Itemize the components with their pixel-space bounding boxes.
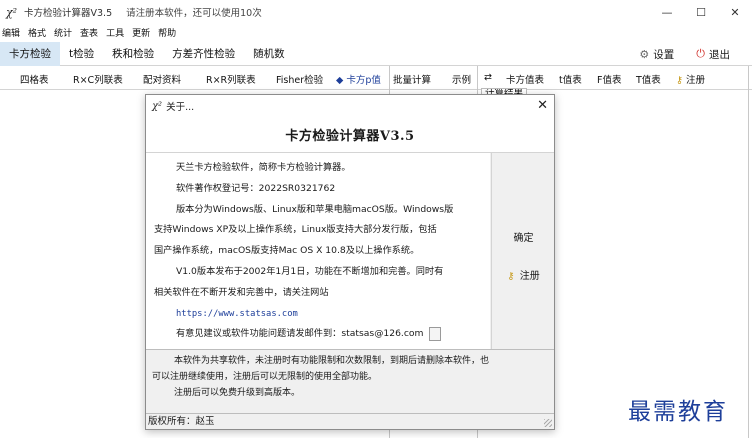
subtab-example[interactable]: 示例 — [452, 72, 471, 86]
website-link[interactable]: https://www.statsas.com — [154, 304, 482, 325]
exit-button[interactable]: ⏻ 退出 — [696, 47, 730, 62]
register-button[interactable]: ⚷ 注册 — [492, 267, 555, 282]
menu-format[interactable]: 格式 — [28, 26, 46, 39]
registration-notice: 请注册本软件，还可以使用10次 — [126, 8, 262, 19]
email-text: 有意见建议或软件功能问题请发邮件到：statsas@126.com — [176, 328, 424, 340]
subtab-fourfold-table[interactable]: 四格表 — [20, 72, 49, 86]
window-controls: — ☐ ✕ — [650, 0, 752, 24]
settings-button[interactable]: ⚙ 设置 — [639, 47, 674, 62]
close-icon[interactable]: ✕ — [537, 98, 548, 113]
menu-statistics[interactable]: 统计 — [54, 26, 72, 39]
subtab-rxr-table[interactable]: R×R列联表 — [206, 72, 256, 86]
menu-tools[interactable]: 工具 — [106, 26, 124, 39]
dialog-heading-text: 卡方检验计算器V3.5 — [285, 129, 415, 144]
menu-help[interactable]: 帮助 — [158, 26, 176, 39]
power-icon: ⏻ — [696, 47, 705, 60]
main-tabs: 卡方检验 t检验 秩和检验 方差齐性检验 随机数 ⚙ 设置 ⏻ 退出 — [0, 41, 752, 66]
t-table-button[interactable]: t值表 — [559, 72, 582, 86]
app-icon: χ² — [6, 5, 18, 19]
dialog-heading: 卡方检验计算器V3.5 — [146, 117, 554, 153]
key-icon: ⚷ — [507, 271, 515, 282]
menu-lookup[interactable]: 查表 — [80, 26, 98, 39]
subtab-paired-data[interactable]: 配对资料 — [143, 72, 181, 86]
register-toolbar-button[interactable]: ⚷ 注册 — [676, 72, 705, 86]
about-line: 国产操作系统，macOS版支持Mac OS X 10.8及以上操作系统。 — [154, 245, 420, 257]
tab-variance-homogeneity[interactable]: 方差齐性检验 — [163, 42, 244, 66]
swap-icon[interactable]: ⇄ — [484, 72, 492, 83]
chi-square-table-button[interactable]: 卡方值表 — [506, 72, 544, 86]
subtab-chi-p-value[interactable]: ◆ 卡方p值 — [336, 72, 381, 86]
settings-label: 设置 — [653, 48, 675, 61]
resize-grip-icon[interactable] — [544, 419, 552, 427]
menu-edit[interactable]: 编辑 — [2, 26, 20, 39]
separator — [748, 66, 749, 438]
menu-bar: 编辑 格式 统计 查表 工具 更新 帮助 — [0, 24, 752, 40]
tab-random-number[interactable]: 随机数 — [244, 42, 294, 66]
big-t-table-button[interactable]: T值表 — [636, 72, 661, 86]
register-toolbar-label: 注册 — [686, 75, 706, 86]
dialog-status-bar: 版权所有：赵玉 — [146, 413, 554, 429]
menu-update[interactable]: 更新 — [132, 26, 150, 39]
subtab-fisher-test[interactable]: Fisher检验 — [276, 72, 323, 86]
about-line: V1.0版本发布于2002年1月1日，功能在不断增加和完善。同时有 — [176, 265, 444, 277]
about-dialog: χ² 关于... ✕ 卡方检验计算器V3.5 天兰卡方检验软件，简称卡方检验计算… — [145, 94, 555, 430]
about-line: 版本分为Windows版、Linux版和苹果电脑macOS版。Windows版 — [176, 203, 454, 215]
footer-line: 注册后可以免费升级到高版本。 — [174, 388, 301, 398]
about-line-email: 有意见建议或软件功能问题请发邮件到：statsas@126.com — [154, 324, 482, 345]
dialog-caption: 关于... — [166, 102, 195, 113]
subtab-rxc-table[interactable]: R×C列联表 — [73, 72, 123, 86]
minimize-button[interactable]: — — [650, 0, 684, 24]
register-label: 注册 — [519, 271, 540, 282]
tab-right-tools: ⚙ 设置 ⏻ 退出 — [639, 42, 752, 66]
tab-rank-sum[interactable]: 秩和检验 — [103, 42, 163, 66]
f-table-button[interactable]: F值表 — [597, 72, 621, 86]
tab-chi-square[interactable]: 卡方检验 — [0, 41, 60, 66]
about-line: 软件著作权登记号：2022SR0321762 — [176, 182, 336, 194]
ok-button[interactable]: 确定 — [492, 229, 555, 244]
dialog-icon: χ² — [152, 100, 163, 112]
sub-toolbar: 四格表 R×C列联表 配对资料 R×R列联表 Fisher检验 ◆ 卡方p值 批… — [0, 66, 752, 90]
key-icon: ⚷ — [676, 75, 683, 86]
copyright-text: 版权所有：赵玉 — [148, 416, 215, 427]
title-bar: χ² 卡方检验计算器V3.5 请注册本软件，还可以使用10次 — ☐ ✕ — [0, 0, 752, 24]
gear-icon: ⚙ — [639, 47, 650, 61]
footer-line: 本软件为共享软件，未注册时有功能限制和次数限制，到期后请删除本软件，也 — [174, 356, 490, 366]
dialog-title-bar: χ² 关于... ✕ — [146, 95, 554, 117]
tab-t-test[interactable]: t检验 — [60, 42, 103, 66]
copy-icon[interactable] — [429, 326, 442, 341]
subtab-batch-calc[interactable]: 批量计算 — [393, 72, 431, 86]
about-line: 支持Windows XP及以上操作系统，Linux版支持大部分发行版，包括 — [154, 224, 437, 236]
exit-label: 退出 — [709, 48, 730, 61]
dialog-side-panel: 确定 ⚷ 注册 — [491, 153, 554, 349]
maximize-button[interactable]: ☐ — [684, 0, 718, 24]
about-line: 相关软件在不断开发和完善中，请关注网站 — [154, 286, 329, 298]
about-line: 天兰卡方检验软件，简称卡方检验计算器。 — [176, 162, 351, 173]
dialog-body: 天兰卡方检验软件，简称卡方检验计算器。 软件著作权登记号：2022SR03217… — [146, 153, 490, 349]
app-title: 卡方检验计算器V3.5 — [24, 8, 113, 19]
dialog-footer: 本软件为共享软件，未注册时有功能限制和次数限制，到期后请删除本软件，也 可以注册… — [146, 349, 554, 413]
footer-line: 可以注册继续使用，注册后可以无限制的使用全部功能。 — [152, 372, 378, 382]
watermark: 最需教育 — [628, 399, 728, 425]
close-button[interactable]: ✕ — [718, 0, 752, 24]
